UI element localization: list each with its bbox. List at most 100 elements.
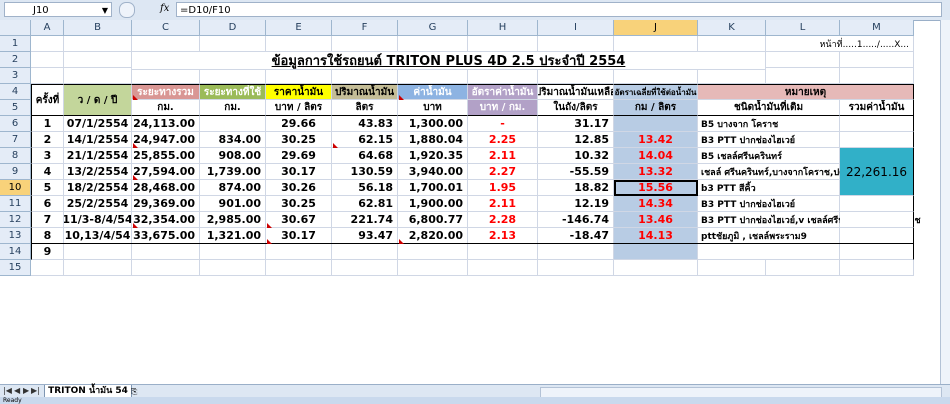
column-header-C[interactable]: C xyxy=(132,20,200,36)
grid-cell[interactable] xyxy=(64,36,132,52)
grid-cell[interactable] xyxy=(200,36,266,52)
column-header-B[interactable]: B xyxy=(64,20,132,36)
next-sheet-icon[interactable]: ▶ xyxy=(23,386,29,395)
column-header-G[interactable]: G xyxy=(398,20,468,36)
comment-indicator-icon[interactable] xyxy=(133,143,138,148)
grid-cell[interactable] xyxy=(31,52,64,68)
grid-cell[interactable] xyxy=(840,52,914,68)
column-header-D[interactable]: D xyxy=(200,20,266,36)
grid-cell[interactable] xyxy=(614,260,698,276)
comment-indicator-icon[interactable] xyxy=(399,239,404,244)
row-header-11[interactable]: 11 xyxy=(0,196,31,212)
grid-cell[interactable] xyxy=(468,36,538,52)
grid-cell[interactable] xyxy=(398,68,468,84)
grid-cell[interactable] xyxy=(538,260,614,276)
grid-cell[interactable] xyxy=(64,68,132,84)
row-header-5[interactable]: 5 xyxy=(0,100,31,116)
column-header-J[interactable]: J xyxy=(614,20,698,36)
grid-cell[interactable] xyxy=(31,36,64,52)
grid-cell[interactable] xyxy=(698,36,766,52)
grid-cell[interactable] xyxy=(398,260,468,276)
grid-cell[interactable] xyxy=(398,36,468,52)
grid-cell[interactable] xyxy=(614,36,698,52)
grid-cell[interactable] xyxy=(132,260,200,276)
grid-cell[interactable] xyxy=(766,52,840,68)
row-header-10[interactable]: 10 xyxy=(0,180,31,196)
column-header-H[interactable]: H xyxy=(468,20,538,36)
fx-icon[interactable]: fx xyxy=(160,3,169,14)
row-header-7[interactable]: 7 xyxy=(0,132,31,148)
new-sheet-icon[interactable]: ⎘ xyxy=(131,387,145,396)
grid-cell[interactable] xyxy=(132,68,200,84)
grid-cell[interactable] xyxy=(766,68,840,84)
row-header-3[interactable]: 3 xyxy=(0,68,31,84)
row-average[interactable]: 14.13 xyxy=(614,228,698,244)
comment-indicator-icon[interactable] xyxy=(267,239,272,244)
comment-indicator-icon[interactable] xyxy=(133,223,138,228)
row-header-2[interactable]: 2 xyxy=(0,52,31,68)
grid-cell[interactable] xyxy=(64,260,132,276)
row-header-12[interactable]: 12 xyxy=(0,212,31,228)
column-header-F[interactable]: F xyxy=(332,20,398,36)
row-average[interactable]: 13.42 xyxy=(614,132,698,148)
grid-cell[interactable] xyxy=(698,260,766,276)
row-average[interactable] xyxy=(614,244,698,260)
grid-cell[interactable] xyxy=(468,260,538,276)
row-header-6[interactable]: 6 xyxy=(0,116,31,132)
grid-cell[interactable] xyxy=(64,52,132,68)
row-header-8[interactable]: 8 xyxy=(0,148,31,164)
row-average[interactable]: 13.32 xyxy=(614,164,698,180)
grid-cell[interactable] xyxy=(266,260,332,276)
row-average[interactable]: 13.46 xyxy=(614,212,698,228)
row-average[interactable]: 15.56 xyxy=(614,180,698,196)
grid-cell[interactable] xyxy=(468,68,538,84)
row-header-14[interactable]: 14 xyxy=(0,244,31,260)
comment-indicator-icon[interactable] xyxy=(267,223,272,228)
grid-cell[interactable] xyxy=(698,68,766,84)
column-header-E[interactable]: E xyxy=(266,20,332,36)
grid-cell[interactable] xyxy=(614,68,698,84)
formula-toggle-icon[interactable] xyxy=(119,2,135,18)
select-all-corner[interactable] xyxy=(0,20,31,36)
column-header-K[interactable]: K xyxy=(698,20,766,36)
comment-indicator-icon[interactable] xyxy=(133,175,138,180)
grid-cell[interactable] xyxy=(840,68,914,84)
grid-cell[interactable] xyxy=(266,36,332,52)
grid-cell[interactable] xyxy=(31,68,64,84)
prev-sheet-icon[interactable]: ◀ xyxy=(14,386,20,395)
grid-cell[interactable] xyxy=(538,36,614,52)
grid-cell[interactable] xyxy=(132,36,200,52)
grid-cell[interactable] xyxy=(266,68,332,84)
grid-cell[interactable] xyxy=(200,260,266,276)
row-average[interactable]: 14.34 xyxy=(614,196,698,212)
formula-input[interactable]: =D10/F10 xyxy=(176,2,942,17)
grid-cell[interactable] xyxy=(332,68,398,84)
column-header-I[interactable]: I xyxy=(538,20,614,36)
name-box[interactable]: J10 ▼ xyxy=(4,2,112,17)
last-sheet-icon[interactable]: ▶| xyxy=(31,386,40,395)
vertical-scrollbar[interactable] xyxy=(940,20,950,384)
grid-cell[interactable] xyxy=(332,260,398,276)
row-average[interactable] xyxy=(614,116,698,132)
grid-cell[interactable] xyxy=(766,260,840,276)
row-header-15[interactable]: 15 xyxy=(0,260,31,276)
row-header-13[interactable]: 13 xyxy=(0,228,31,244)
row-header-1[interactable]: 1 xyxy=(0,36,31,52)
first-sheet-icon[interactable]: |◀ xyxy=(3,386,12,395)
grid-cell[interactable] xyxy=(332,36,398,52)
grid-cell[interactable] xyxy=(31,260,64,276)
comment-indicator-icon[interactable] xyxy=(133,95,138,100)
column-header-A[interactable]: A xyxy=(31,20,64,36)
comment-indicator-icon[interactable] xyxy=(399,95,404,100)
grid-cell[interactable] xyxy=(538,68,614,84)
row-header-4[interactable]: 4 xyxy=(0,84,31,100)
grid-cell[interactable] xyxy=(200,68,266,84)
row-average[interactable]: 14.04 xyxy=(614,148,698,164)
grid-cell[interactable] xyxy=(840,260,914,276)
column-header-M[interactable]: M xyxy=(840,20,914,36)
chevron-down-icon[interactable]: ▼ xyxy=(102,3,108,18)
comment-indicator-icon[interactable] xyxy=(333,143,338,148)
column-header-L[interactable]: L xyxy=(766,20,840,36)
row-header-9[interactable]: 9 xyxy=(0,164,31,180)
row-total-cost-empty xyxy=(840,228,914,244)
